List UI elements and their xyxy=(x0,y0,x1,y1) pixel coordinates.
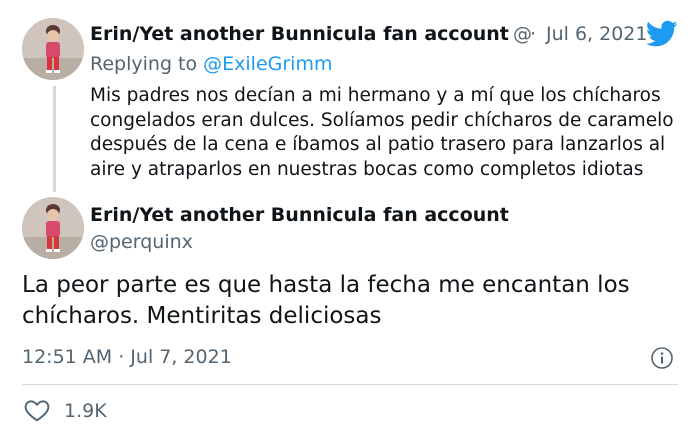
mention-link[interactable]: @ExileGrimm xyxy=(203,53,332,75)
avatar[interactable] xyxy=(22,197,84,259)
divider xyxy=(22,384,678,385)
separator-dot: · xyxy=(530,23,537,45)
tweet-date[interactable]: Jul 6, 2021 xyxy=(546,23,648,45)
thread-line xyxy=(53,86,56,192)
author-name[interactable]: Erin/Yet another Bunnicula fan account xyxy=(90,23,509,45)
author-handle[interactable]: @perquinx xyxy=(90,231,193,253)
tweet-text: Mis padres nos decían a mi hermano y a m… xyxy=(90,85,674,180)
heart-icon[interactable] xyxy=(24,398,50,422)
author-name[interactable]: Erin/Yet another Bunnicula fan account xyxy=(90,204,509,226)
tweet-timestamp[interactable]: 12:51 AM · Jul 7, 2021 xyxy=(22,346,232,368)
tweet-text: La peor parte es que hasta la fecha me e… xyxy=(22,272,630,329)
replying-to-text: Replying to xyxy=(90,53,204,75)
twitter-bird-icon xyxy=(646,20,678,47)
avatar[interactable] xyxy=(22,18,84,80)
info-icon[interactable] xyxy=(650,346,674,370)
replying-to-label: Replying to @ExileGrimm xyxy=(90,53,332,75)
like-count[interactable]: 1.9K xyxy=(64,400,107,422)
